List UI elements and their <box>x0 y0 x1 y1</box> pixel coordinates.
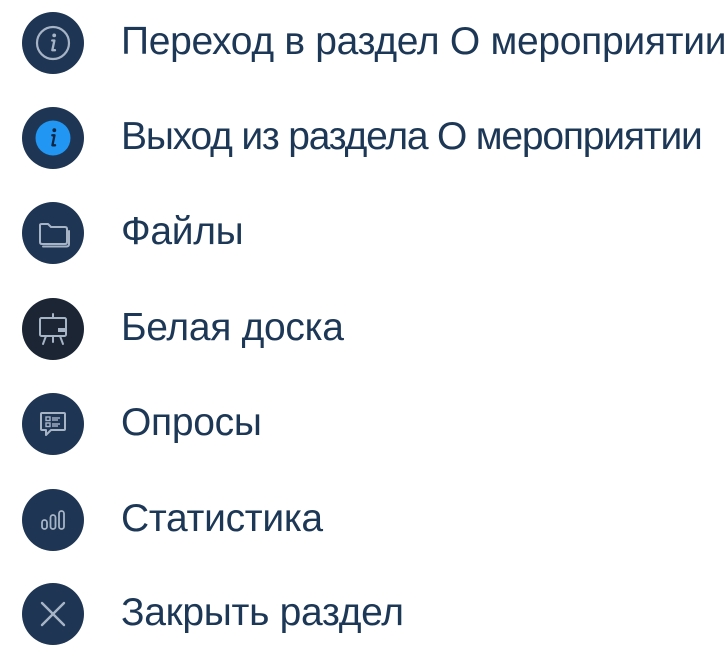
info-circle-icon <box>22 12 84 74</box>
folder-icon <box>22 202 84 264</box>
legend-item-close-section: Закрыть раздел <box>0 573 725 653</box>
legend-item-about-close: Выход из раздела О мероприятии <box>0 97 725 177</box>
legend-item-label: Белая доска <box>121 306 344 349</box>
icon-legend: Переход в раздел О мероприятии Выход из … <box>0 0 725 645</box>
legend-item-polls: Опросы <box>0 383 725 463</box>
legend-item-files: Файлы <box>0 192 725 272</box>
poll-icon <box>22 393 84 455</box>
legend-item-label: Файлы <box>121 210 244 253</box>
legend-item-label: Закрыть раздел <box>121 591 404 634</box>
legend-item-label: Опросы <box>121 401 262 444</box>
whiteboard-icon <box>22 298 84 360</box>
legend-item-label: Статистика <box>121 497 323 540</box>
info-active-icon <box>22 107 84 169</box>
legend-item-about-open: Переход в раздел О мероприятии <box>0 2 725 82</box>
legend-item-statistics: Статистика <box>0 479 725 559</box>
legend-item-label: Переход в раздел О мероприятии <box>121 20 725 63</box>
legend-item-label: Выход из раздела О мероприятии <box>121 115 703 158</box>
legend-item-whiteboard: Белая доска <box>0 288 725 368</box>
statistics-icon <box>22 489 84 551</box>
